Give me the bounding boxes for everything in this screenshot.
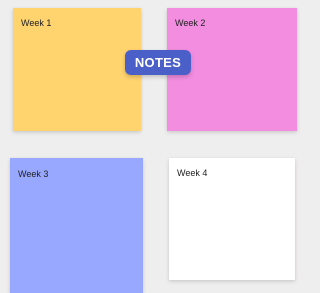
note-week-4[interactable]: Week 4	[169, 158, 295, 280]
note-title: Week 3	[18, 169, 49, 179]
note-week-3[interactable]: Week 3	[10, 158, 143, 293]
note-title: Week 1	[21, 18, 52, 28]
note-title: Week 2	[175, 18, 206, 28]
notes-button[interactable]: NOTES	[125, 50, 191, 75]
note-week-1[interactable]: Week 1	[13, 8, 141, 131]
note-title: Week 4	[177, 168, 208, 178]
